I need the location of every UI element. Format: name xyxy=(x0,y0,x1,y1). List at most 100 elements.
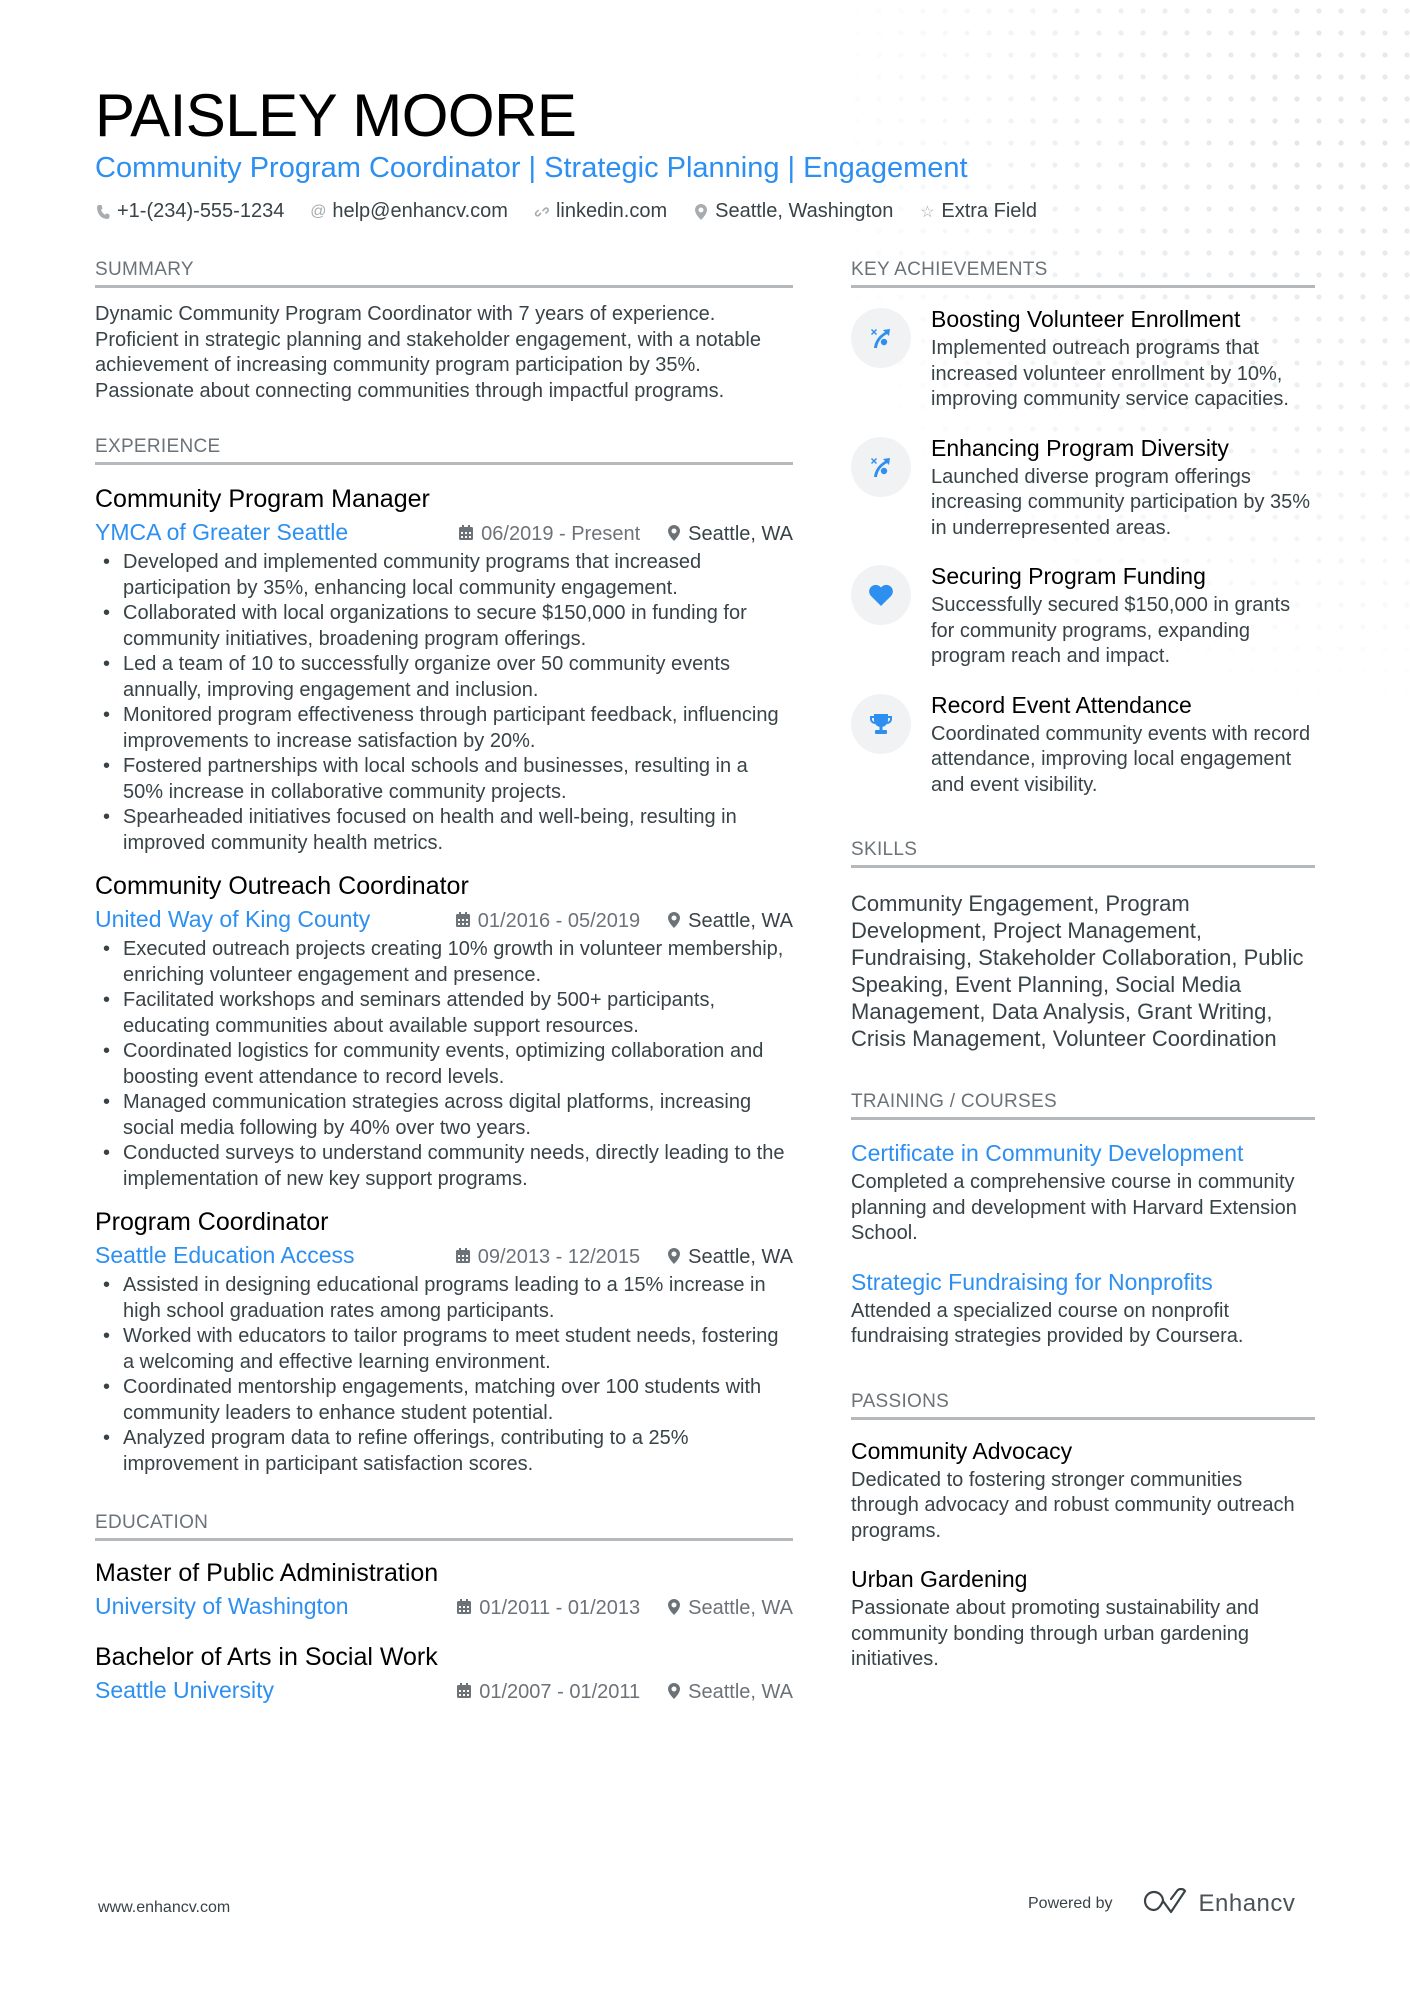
enhancv-brand[interactable]: Enhancv xyxy=(1141,1887,1296,1919)
passion-item: Urban Gardening Passionate about promoti… xyxy=(851,1564,1315,1673)
calendar-icon xyxy=(455,912,470,931)
job-location: Seattle, WA xyxy=(668,910,793,933)
job-dates-text: 01/2016 - 05/2019 xyxy=(477,910,641,932)
enhancv-logo-icon xyxy=(1141,1887,1189,1919)
skills-heading: SKILLS xyxy=(851,838,1315,868)
passions-section: PASSIONS Community Advocacy Dedicated to… xyxy=(851,1390,1315,1673)
job-dates-text: 06/2019 - Present xyxy=(481,523,641,545)
bullet-item: Coordinated mentorship engagements, matc… xyxy=(95,1375,793,1426)
passions-heading: PASSIONS xyxy=(851,1390,1315,1420)
skills-list: Community Engagement, Program Developmen… xyxy=(851,891,1304,1051)
job-location: Seattle, WA xyxy=(668,1246,793,1269)
passion-description: Passionate about promoting sustainabilit… xyxy=(851,1597,1260,1670)
heart-icon xyxy=(851,565,911,625)
achievement-item: Securing Program Funding Successfully se… xyxy=(851,561,1315,670)
skills-section: SKILLS Community Engagement, Program Dev… xyxy=(851,838,1315,1052)
bullet-item: Assisted in designing educational progra… xyxy=(95,1273,793,1324)
job-dates-text: 09/2013 - 12/2015 xyxy=(477,1246,641,1268)
achievement-title: Securing Program Funding xyxy=(931,563,1206,589)
course-title[interactable]: Strategic Fundraising for Nonprofits xyxy=(851,1267,1315,1297)
experience-section: EXPERIENCE Community Program Manager YMC… xyxy=(95,435,793,1477)
contact-email[interactable]: @ help@enhancv.com xyxy=(310,200,508,223)
job-dates: 01/2016 - 05/2019 xyxy=(455,910,641,933)
achievement-description: Coordinated community events with record… xyxy=(931,722,1311,796)
calendar-icon xyxy=(457,1599,472,1618)
bullet-item: Facilitated workshops and seminars atten… xyxy=(95,988,793,1039)
location-pin-icon xyxy=(668,1682,681,1703)
job-dates: 06/2019 - Present xyxy=(459,523,640,546)
job-dates: 09/2013 - 12/2015 xyxy=(455,1246,641,1269)
job-location: Seattle, WA xyxy=(668,523,793,546)
course-description: Completed a comprehensive course in comm… xyxy=(851,1171,1297,1244)
job-location-text: Seattle, WA xyxy=(688,1246,793,1268)
passion-title: Urban Gardening xyxy=(851,1566,1028,1592)
job-entry: Community Program Manager YMCA of Greate… xyxy=(95,483,793,856)
phone-icon xyxy=(95,204,111,220)
education-location: Seattle, WA xyxy=(668,1597,793,1620)
achievement-item: Boosting Volunteer Enrollment Implemente… xyxy=(851,304,1315,413)
education-dates: 01/2007 - 01/2011 xyxy=(457,1681,640,1704)
bullet-item: Led a team of 10 to successfully organiz… xyxy=(95,652,793,703)
company-name[interactable]: YMCA of Greater Seattle xyxy=(95,517,348,547)
course-item: Strategic Fundraising for Nonprofits Att… xyxy=(851,1267,1315,1350)
link-icon xyxy=(534,204,550,220)
school-name[interactable]: University of Washington xyxy=(95,1591,349,1621)
passion-item: Community Advocacy Dedicated to fosterin… xyxy=(851,1436,1315,1545)
achievement-item: Enhancing Program Diversity Launched div… xyxy=(851,433,1315,542)
job-bullets: Executed outreach projects creating 10% … xyxy=(95,937,793,1192)
location-pin-icon xyxy=(668,524,681,545)
job-location-text: Seattle, WA xyxy=(688,523,793,545)
course-title[interactable]: Certificate in Community Development xyxy=(851,1138,1315,1168)
right-column: KEY ACHIEVEMENTS Boosting Volunteer Enro… xyxy=(851,258,1315,1707)
passion-title: Community Advocacy xyxy=(851,1437,1073,1464)
footer-branding: Powered by Enhancv xyxy=(1028,1887,1296,1919)
powered-by-label: Powered by xyxy=(1028,1894,1113,1912)
training-heading: TRAINING / COURSES xyxy=(851,1090,1315,1120)
education-dates-text: 01/2007 - 01/2011 xyxy=(479,1681,641,1703)
job-title: Community Program Manager xyxy=(95,485,430,513)
location-pin-icon xyxy=(668,1598,681,1619)
calendar-icon xyxy=(457,1683,472,1702)
degree-title: Bachelor of Arts in Social Work xyxy=(95,1643,438,1671)
experience-heading: EXPERIENCE xyxy=(95,435,793,465)
contact-extra: ☆ Extra Field xyxy=(919,200,1037,223)
school-name[interactable]: Seattle University xyxy=(95,1675,274,1705)
contact-location: Seattle, Washington xyxy=(693,200,893,223)
job-title: Program Coordinator xyxy=(95,1208,329,1236)
job-location-text: Seattle, WA xyxy=(688,910,793,932)
resume-header: PAISLEY MOORE Community Program Coordina… xyxy=(95,82,1315,223)
contact-linkedin-text: linkedin.com xyxy=(555,200,668,222)
location-pin-icon xyxy=(693,203,709,220)
location-pin-icon xyxy=(668,1247,681,1268)
summary-text: Dynamic Community Program Coordinator wi… xyxy=(95,303,761,402)
contact-list: +1-(234)-555-1234 @ help@enhancv.com lin… xyxy=(95,200,1315,223)
job-entry: Program Coordinator Seattle Education Ac… xyxy=(95,1206,793,1477)
contact-linkedin[interactable]: linkedin.com xyxy=(534,200,667,223)
job-meta: YMCA of Greater Seattle 06/2019 - Presen… xyxy=(95,517,793,547)
summary-section: SUMMARY Dynamic Community Program Coordi… xyxy=(95,258,793,404)
achievement-item: Record Event Attendance Coordinated comm… xyxy=(851,690,1315,799)
at-icon: @ xyxy=(310,202,327,220)
bullet-item: Spearheaded initiatives focused on healt… xyxy=(95,805,793,856)
strategy-icon xyxy=(851,308,911,368)
strategy-icon xyxy=(851,436,911,497)
company-name[interactable]: United Way of King County xyxy=(95,904,370,934)
training-section: TRAINING / COURSES Certificate in Commun… xyxy=(851,1090,1315,1350)
education-entry: Master of Public Administration Universi… xyxy=(95,1557,793,1621)
education-entry: Bachelor of Arts in Social Work Seattle … xyxy=(95,1641,793,1705)
education-section: EDUCATION Master of Public Administratio… xyxy=(95,1511,793,1705)
bullet-item: Monitored program effectiveness through … xyxy=(95,703,793,754)
achievement-description: Successfully secured $150,000 in grants … xyxy=(931,594,1291,667)
bullet-item: Collaborated with local organizations to… xyxy=(95,601,793,652)
summary-heading: SUMMARY xyxy=(95,258,793,288)
company-name[interactable]: Seattle Education Access xyxy=(95,1240,355,1270)
location-pin-icon xyxy=(668,911,681,932)
calendar-icon xyxy=(455,1248,470,1267)
job-meta: Seattle Education Access 09/2013 - 12/20… xyxy=(95,1240,793,1270)
achievement-title: Enhancing Program Diversity xyxy=(931,434,1229,461)
footer-website[interactable]: www.enhancv.com xyxy=(98,1899,230,1917)
job-title: Community Outreach Coordinator xyxy=(95,872,469,900)
contact-phone[interactable]: +1-(234)-555-1234 xyxy=(95,200,284,223)
contact-location-text: Seattle, Washington xyxy=(715,200,894,222)
passion-description: Dedicated to fostering stronger communit… xyxy=(851,1468,1295,1542)
